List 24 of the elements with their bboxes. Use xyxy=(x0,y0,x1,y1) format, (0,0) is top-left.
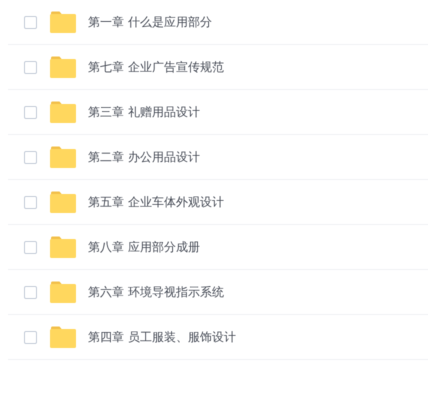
folder-icon xyxy=(50,11,76,33)
folder-icon xyxy=(50,146,76,168)
checkbox[interactable] xyxy=(24,106,37,118)
folder-name[interactable]: 第六章 环境导视指示系统 xyxy=(88,284,224,300)
folder-icon xyxy=(50,191,76,213)
folder-name[interactable]: 第一章 什么是应用部分 xyxy=(88,14,212,30)
folder-icon xyxy=(50,236,76,258)
checkbox[interactable] xyxy=(24,330,37,344)
checkbox[interactable] xyxy=(24,286,37,298)
folder-icon xyxy=(50,56,76,78)
folder-name[interactable]: 第七章 企业广告宣传规范 xyxy=(88,58,224,76)
folder-icon xyxy=(50,101,76,123)
checkbox[interactable] xyxy=(24,16,37,28)
checkbox[interactable] xyxy=(24,196,37,208)
checkbox[interactable] xyxy=(24,60,37,74)
checkbox[interactable] xyxy=(24,150,37,164)
checkbox[interactable] xyxy=(24,240,37,254)
folder-name[interactable]: 第八章 应用部分成册 xyxy=(88,238,200,256)
folder-icon xyxy=(50,281,76,303)
folder-name[interactable]: 第四章 员工服装、服饰设计 xyxy=(88,328,236,346)
folder-name[interactable]: 第五章 企业车体外观设计 xyxy=(88,194,224,210)
folder-name[interactable]: 第二章 办公用品设计 xyxy=(88,148,200,166)
folder-name[interactable]: 第三章 礼赠用品设计 xyxy=(88,104,200,120)
folder-icon xyxy=(50,326,76,348)
